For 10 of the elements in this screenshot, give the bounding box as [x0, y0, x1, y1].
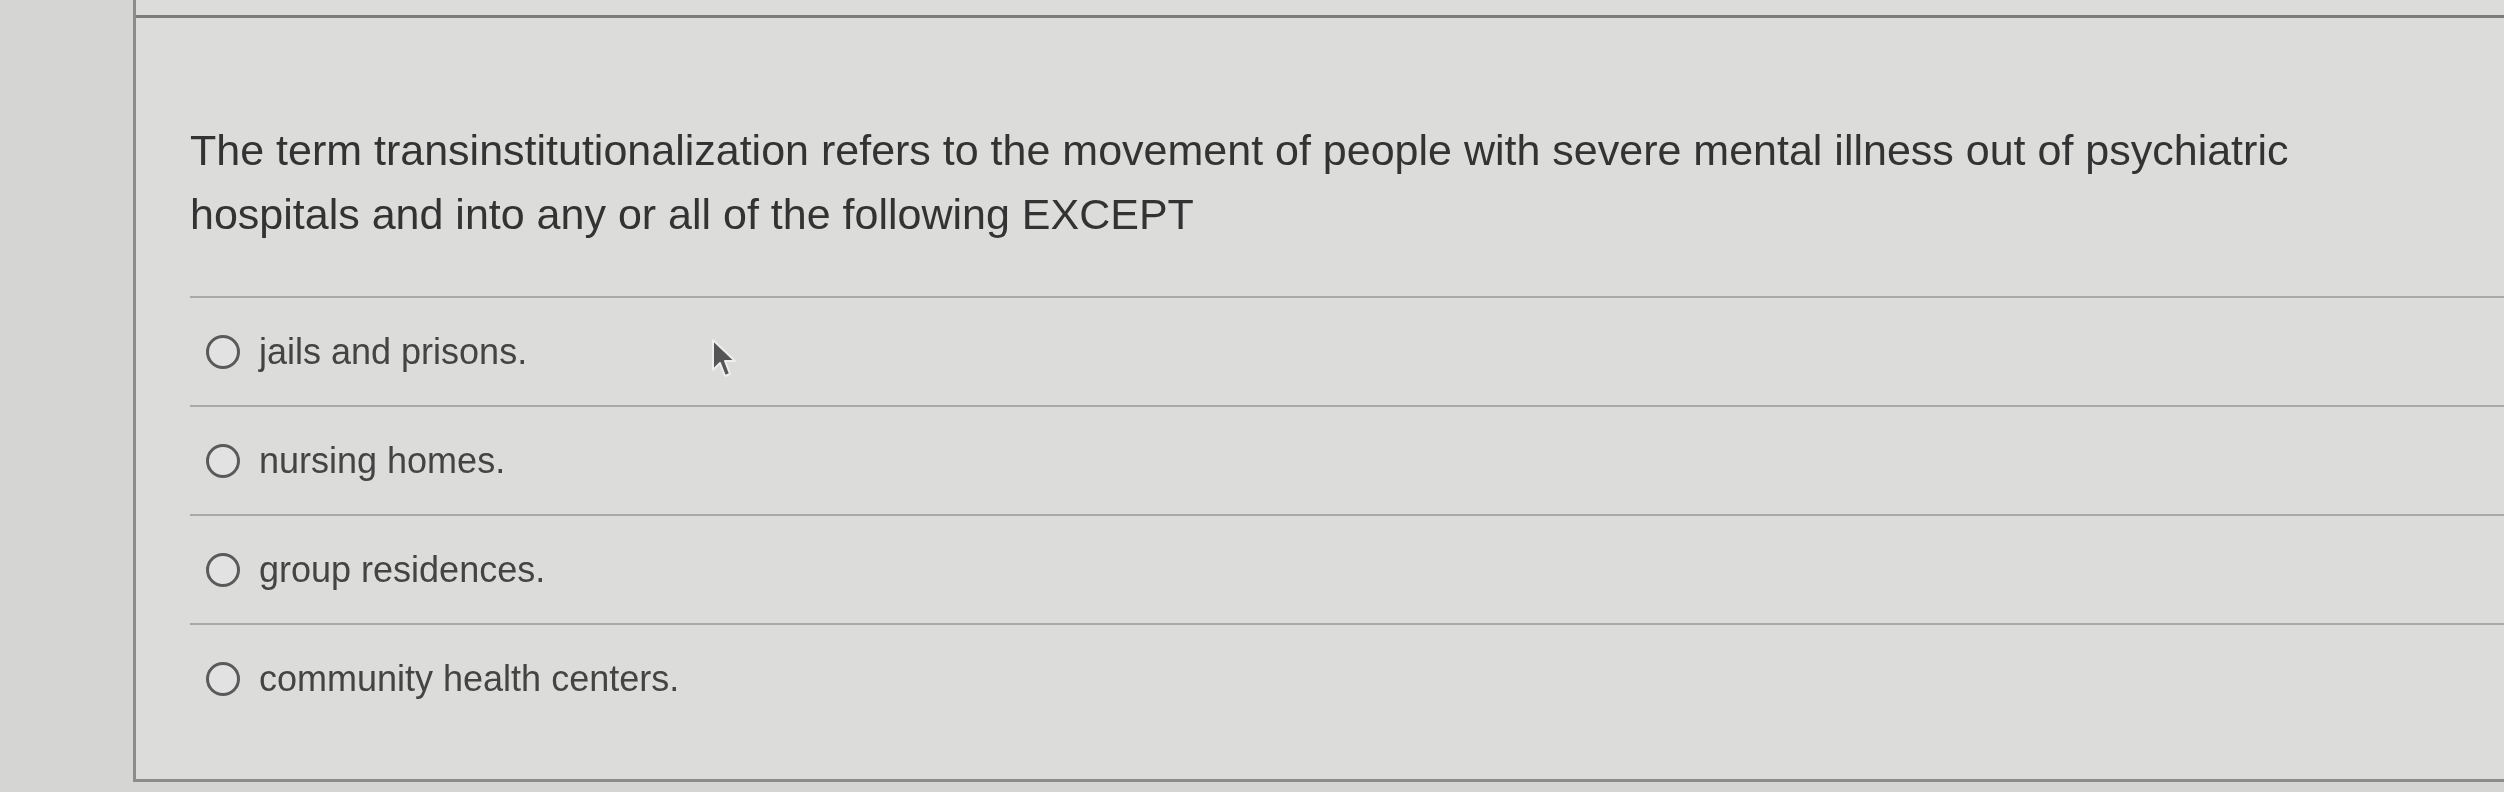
radio-button[interactable]	[206, 443, 240, 478]
option-text: group residences.	[259, 547, 546, 592]
mouse-pointer-icon	[711, 338, 737, 380]
radio-button[interactable]	[206, 552, 240, 587]
option-text: jails and prisons.	[259, 329, 528, 374]
radio-button[interactable]	[206, 334, 240, 369]
radio-button[interactable]	[206, 661, 240, 696]
option-text: community health centers.	[259, 656, 680, 701]
question-text: The term transinstitutionalization refers to the movement of people with severe mental illness out of psychiatric hospitals and into any or all of the following EXCEPT	[190, 125, 2290, 240]
option-text: nursing homes.	[259, 438, 506, 483]
